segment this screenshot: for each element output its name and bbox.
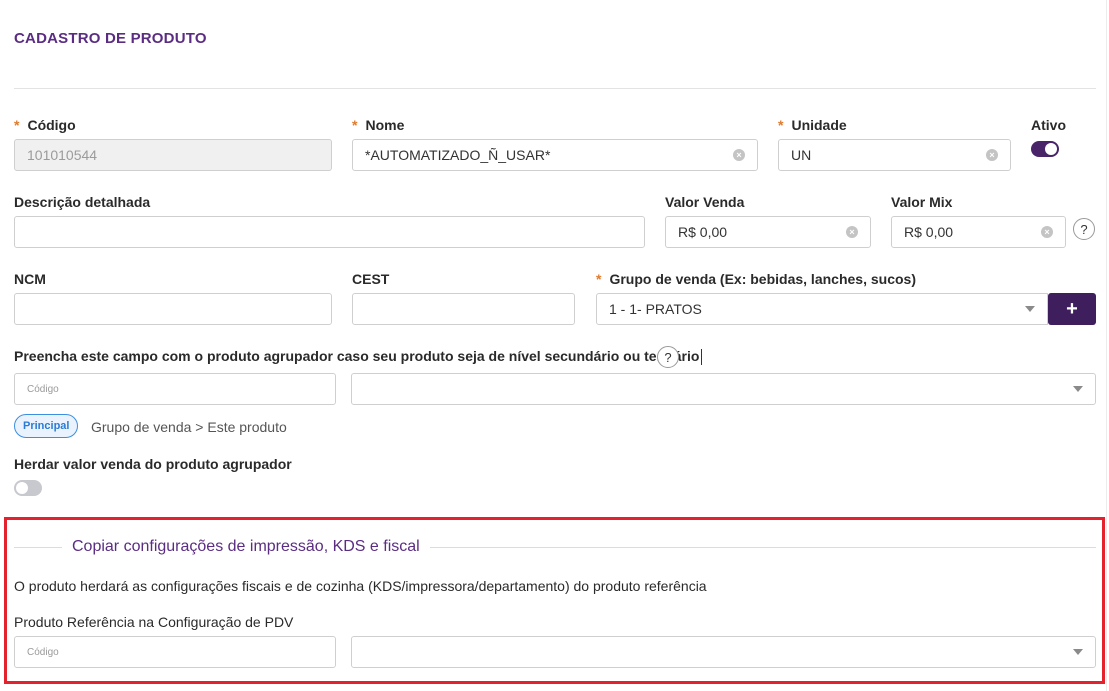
copy-section-description: O produto herdará as configurações fisca… <box>14 578 707 594</box>
valor-mix-field[interactable]: R$ 0,00 × <box>891 216 1066 248</box>
ativo-toggle[interactable] <box>1031 141 1059 157</box>
section-divider-right <box>430 547 1096 548</box>
required-marker: * <box>778 117 784 133</box>
grupo-venda-label: * Grupo de venda (Ex: bebidas, lanches, s… <box>596 271 916 287</box>
agrupador-help-icon[interactable]: ? <box>657 346 679 368</box>
toggle-knob <box>16 482 28 494</box>
descricao-label: Descrição detalhada <box>14 194 151 210</box>
unidade-field[interactable]: UN × <box>778 139 1011 171</box>
referencia-code-input[interactable]: Código <box>14 636 336 668</box>
hierarchy-path: Grupo de venda > Este produto <box>91 419 287 435</box>
valor-venda-field[interactable]: R$ 0,00 × <box>665 216 871 248</box>
chevron-down-icon[interactable] <box>1073 649 1083 655</box>
page-title: CADASTRO DE PRODUTO <box>14 30 207 47</box>
add-grupo-venda-button[interactable]: + <box>1048 293 1096 325</box>
unidade-label: * Unidade <box>778 117 847 133</box>
agrupador-code-placeholder: Código <box>27 383 59 395</box>
agrupador-select[interactable] <box>351 373 1096 405</box>
nome-value: *AUTOMATIZADO_Ñ_USAR* <box>365 147 551 163</box>
produto-referencia-label: Produto Referência na Configuração de PD… <box>14 614 294 630</box>
title-divider <box>14 88 1096 89</box>
section-divider-left <box>14 547 62 548</box>
cest-label: CEST <box>352 271 390 287</box>
clear-icon[interactable]: × <box>846 226 858 238</box>
page-edge-divider <box>1106 0 1107 691</box>
codigo-label: * Código <box>14 117 76 133</box>
clear-icon[interactable]: × <box>986 149 998 161</box>
cest-field[interactable] <box>352 293 575 325</box>
required-marker: * <box>352 117 358 133</box>
valor-mix-label: Valor Mix <box>891 194 953 210</box>
required-marker: * <box>14 117 20 133</box>
unidade-value: UN <box>791 147 812 163</box>
principal-badge: Principal <box>14 414 79 438</box>
grupo-venda-value: 1 - 1- PRATOS <box>609 301 702 317</box>
clear-icon[interactable]: × <box>733 149 745 161</box>
codigo-value: 101010544 <box>27 147 98 163</box>
ncm-field[interactable] <box>14 293 332 325</box>
agrupador-label: Preencha este campo com o produto agrupa… <box>14 348 703 366</box>
chevron-down-icon[interactable] <box>1073 386 1083 392</box>
codigo-field[interactable]: 101010544 <box>14 139 332 171</box>
nome-field[interactable]: *AUTOMATIZADO_Ñ_USAR* × <box>352 139 758 171</box>
herdar-label: Herdar valor venda do produto agrupador <box>14 456 292 472</box>
grupo-venda-select[interactable]: 1 - 1- PRATOS <box>596 293 1048 325</box>
ncm-label: NCM <box>14 271 46 287</box>
nome-label: * Nome <box>352 117 405 133</box>
ativo-label: Ativo <box>1031 117 1066 133</box>
herdar-toggle[interactable] <box>14 480 42 496</box>
text-cursor <box>701 349 703 366</box>
required-marker: * <box>596 271 602 287</box>
agrupador-code-input[interactable]: Código <box>14 373 336 405</box>
chevron-down-icon[interactable] <box>1025 306 1035 312</box>
valor-mix-value: R$ 0,00 <box>904 224 954 240</box>
referencia-select[interactable] <box>351 636 1096 668</box>
valor-venda-value: R$ 0,00 <box>678 224 728 240</box>
clear-icon[interactable]: × <box>1041 226 1053 238</box>
referencia-code-placeholder: Código <box>27 646 59 658</box>
copy-section-title: Copiar configurações de impressão, KDS e… <box>72 538 420 555</box>
toggle-knob <box>1045 143 1057 155</box>
descricao-field[interactable] <box>14 216 645 248</box>
valor-mix-help-icon[interactable]: ? <box>1073 218 1095 240</box>
valor-venda-label: Valor Venda <box>665 194 745 210</box>
